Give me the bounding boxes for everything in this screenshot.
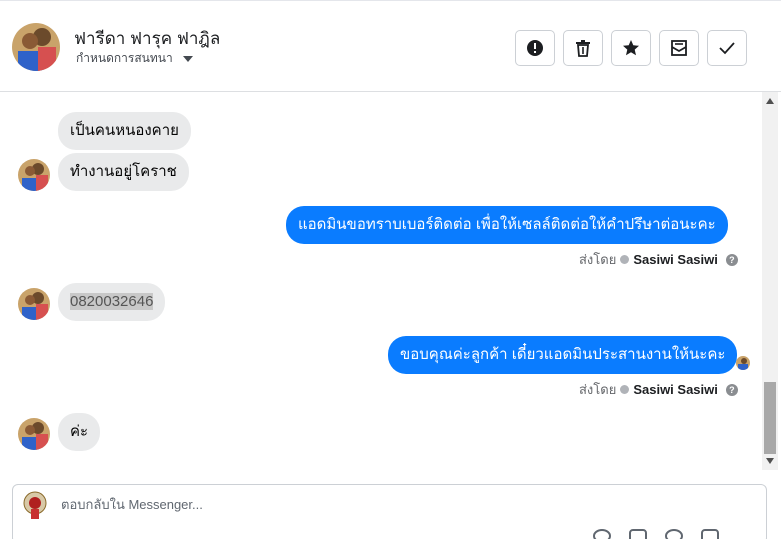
contact-avatar-small: [18, 418, 50, 450]
scroll-thumb[interactable]: [764, 382, 776, 454]
contact-avatar-small: [18, 159, 50, 191]
help-icon[interactable]: ?: [725, 383, 738, 396]
reply-input[interactable]: [61, 497, 661, 512]
image-icon[interactable]: [629, 529, 647, 539]
report-icon: [527, 40, 543, 56]
conversation-header: ฟารีดา ฟารุค ฟาฎิล กำหนดการสนทนา: [0, 0, 781, 92]
attach-icon[interactable]: [593, 529, 611, 539]
contact-avatar[interactable]: [12, 23, 60, 71]
checkmark-icon: [719, 42, 735, 55]
mark-done-button[interactable]: [707, 30, 747, 66]
scroll-down-arrow-icon[interactable]: [766, 458, 774, 464]
sent-by-info: ส่งโดย Sasiwi Sasiwi ?: [579, 379, 738, 400]
agent-name[interactable]: Sasiwi Sasiwi: [633, 382, 718, 397]
message-incoming: ค่ะ: [58, 413, 101, 451]
agent-name[interactable]: Sasiwi Sasiwi: [633, 252, 718, 267]
sent-by-info: ส่งโดย Sasiwi Sasiwi ?: [579, 249, 738, 270]
message-outgoing: ขอบคุณค่ะลูกค้า เดี๋ยวแอดมินประสานงานให้…: [388, 336, 738, 374]
composer-tools: [593, 529, 719, 539]
sent-by-prefix: ส่งโดย: [579, 382, 617, 397]
message-outgoing: แอดมินขอทราบเบอร์ติดต่อ เพื่อให้เซลล์ติด…: [286, 206, 728, 244]
like-icon[interactable]: [701, 529, 719, 539]
sent-by-prefix: ส่งโดย: [579, 252, 617, 267]
mark-unread-icon: [671, 40, 687, 56]
conversation-actions: [515, 30, 747, 66]
message-incoming: ทำงานอยู่โคราช: [58, 153, 189, 191]
assign-conversation-label: กำหนดการสนทนา: [76, 51, 173, 65]
agent-icon: [620, 255, 630, 264]
contact-name: ฟารีดา ฟารุค ฟาฎิล: [74, 29, 221, 48]
read-receipt-avatar: [736, 356, 750, 370]
scroll-up-arrow-icon[interactable]: [766, 98, 774, 104]
contact-avatar-small: [18, 288, 50, 320]
phone-number[interactable]: 0820032646: [70, 293, 154, 310]
reply-composer: [12, 484, 767, 539]
trash-icon: [576, 40, 590, 57]
agent-icon: [620, 385, 630, 394]
emoji-icon[interactable]: [665, 529, 683, 539]
caret-down-icon: [182, 55, 193, 62]
message-thread: เป็นคนหนองคาย ทำงานอยู่โคราช แอดมินขอทรา…: [0, 92, 762, 470]
assign-conversation-dropdown[interactable]: กำหนดการสนทนา: [76, 49, 193, 68]
message-incoming: 0820032646: [58, 283, 166, 321]
report-button[interactable]: [515, 30, 555, 66]
delete-button[interactable]: [563, 30, 603, 66]
chat-scrollbar[interactable]: [762, 92, 778, 470]
star-button[interactable]: [611, 30, 651, 66]
page-avatar: [21, 491, 49, 521]
message-incoming: เป็นคนหนองคาย: [58, 112, 191, 150]
help-icon[interactable]: ?: [725, 253, 738, 266]
star-icon: [623, 40, 639, 56]
mark-unread-button[interactable]: [659, 30, 699, 66]
